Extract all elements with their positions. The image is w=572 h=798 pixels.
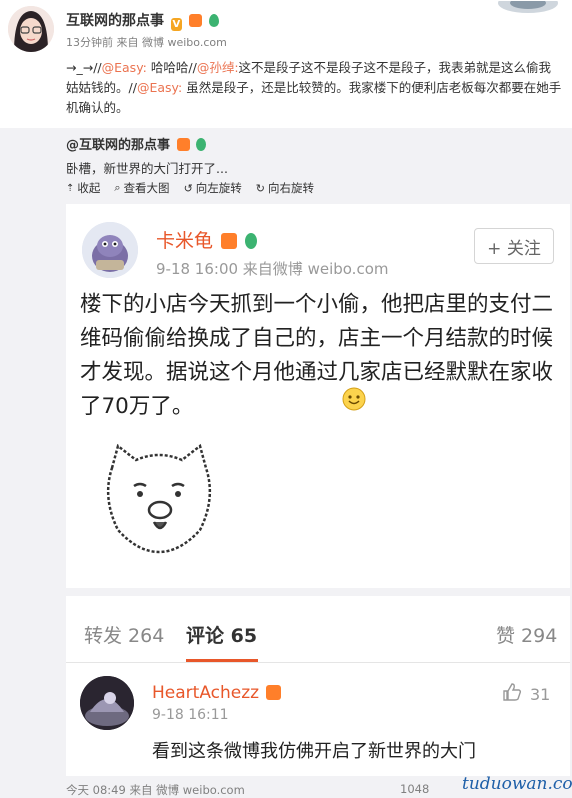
tab-like: 赞 294 [496, 625, 558, 647]
mention-link[interactable]: @Easy: [102, 60, 147, 75]
collapse-button[interactable]: ⇡ 收起 [66, 180, 100, 196]
footer-stats[interactable]: 1048 [400, 782, 429, 796]
tab-comment: 评论 65 [186, 625, 258, 647]
level-badge-icon [176, 138, 190, 151]
balloon-badge-icon [245, 233, 258, 249]
repost-meta: 今天 08:49 来自 微博 weibo.com [66, 783, 245, 797]
view-large-button[interactable]: ⌕ 查看大图 [114, 180, 169, 196]
original-author-link[interactable]: @互联网的那点事 [66, 134, 207, 153]
card-meta: 9-18 16:00 来自微博 weibo.com [156, 260, 389, 278]
balloon-badge-icon [196, 138, 207, 151]
tab-repost: 转发 264 [84, 625, 165, 647]
level-badge-icon [188, 14, 202, 27]
meme-face-image [100, 438, 218, 556]
repost-text: 卧槽，新世界的大门打开了... [66, 161, 228, 176]
rotate-left-button[interactable]: ↺ 向左旋转 [184, 180, 242, 196]
level-badge-icon [221, 233, 238, 249]
footer-count[interactable]: 1048 [400, 782, 429, 796]
verified-v-icon: V [170, 18, 182, 31]
mention-link[interactable]: @孙绰: [197, 60, 239, 75]
commenter-avatar [80, 676, 134, 730]
rotate-left-icon: ↺ [183, 181, 193, 195]
author-name[interactable]: 互联网的那点事 V [66, 10, 219, 31]
post-text: →_→//@Easy: 哈哈哈//@孙绰:这不是段子这不是段子这不是段子，我表弟… [66, 60, 562, 115]
image-toolbar: ⇡ 收起 ⌕ 查看大图 ↺ 向左旋转 ↻ 向右旋转 [66, 180, 314, 196]
card-text: 楼下的小店今天抓到一个小偷，他把店里的支付二维码偷偷给换成了自己的，店主一个月结… [80, 292, 554, 419]
tab-divider [66, 662, 570, 663]
thumbs-up-icon [502, 682, 522, 706]
smiley-emoji-icon [342, 387, 366, 411]
mention-link[interactable]: @Easy: [137, 80, 182, 95]
balloon-badge-icon [208, 14, 219, 27]
rotate-right-icon: ↻ [255, 181, 265, 195]
follow-button: + 关注 [474, 228, 554, 264]
card-user-name: 卡米龟 [156, 226, 258, 253]
commenter-name: HeartAchezz [152, 683, 282, 703]
decorative-corner-image [488, 0, 568, 14]
level-badge-icon [266, 685, 282, 700]
magnify-icon: ⌕ [114, 181, 121, 194]
comment-time: 9-18 16:11 [152, 707, 229, 723]
comment-text: 看到这条微博我仿佛开启了新世界的大门 [152, 741, 476, 762]
rotate-right-button[interactable]: ↻ 向右旋转 [256, 180, 314, 196]
card-user-avatar [82, 222, 138, 278]
site-watermark: tuduowan.com [462, 774, 572, 794]
post-meta: 13分钟前 来自 微博 weibo.com [66, 36, 227, 49]
author-avatar[interactable] [8, 6, 54, 52]
comment-like-button: 31 [502, 682, 550, 706]
arrow-up-icon: ⇡ [66, 182, 75, 194]
